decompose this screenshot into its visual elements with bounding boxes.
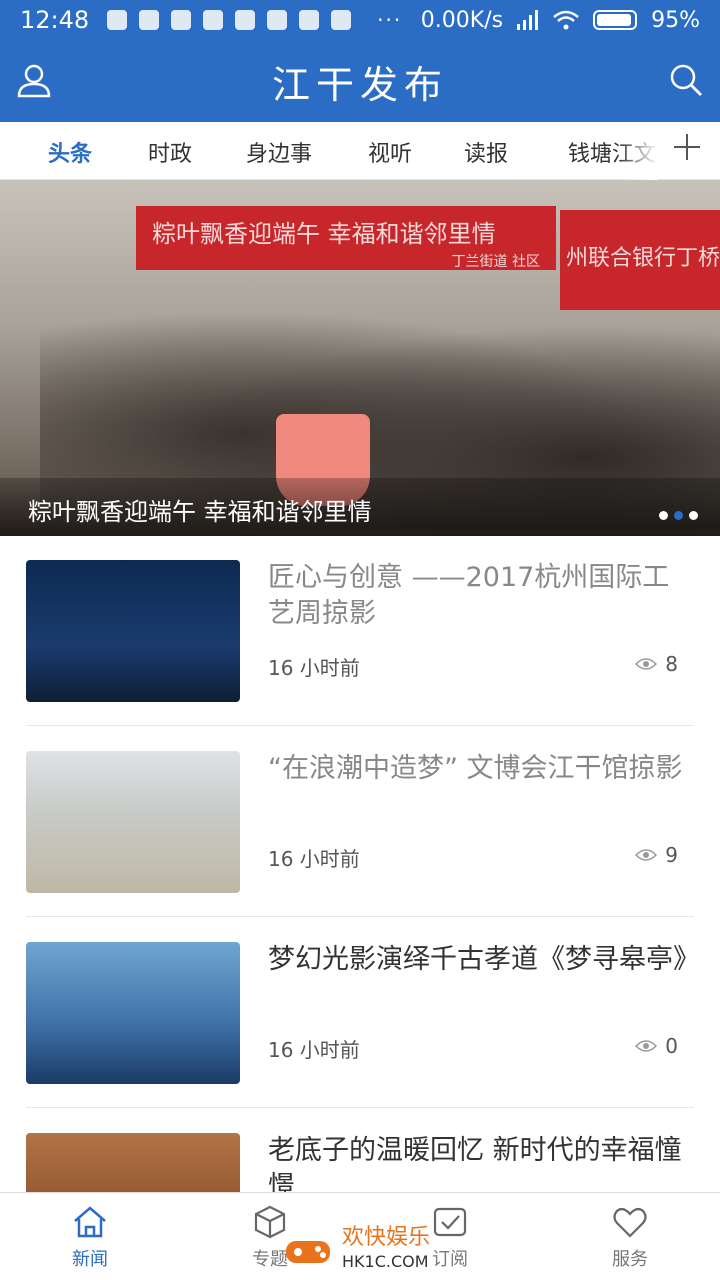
notification-icons bbox=[107, 10, 352, 30]
wifi-icon bbox=[553, 10, 579, 30]
news-title: 匠心与创意 ——2017杭州国际工艺周掠影 bbox=[268, 562, 670, 629]
tab-media[interactable]: 视听 bbox=[368, 136, 412, 168]
notification-icon bbox=[107, 10, 128, 30]
gamepad-icon bbox=[286, 1241, 330, 1263]
battery-level: 95% bbox=[651, 7, 700, 33]
more-notifications: ··· bbox=[377, 8, 403, 32]
news-thumbnail bbox=[26, 560, 240, 702]
watermark-line2: HK1C.COM bbox=[342, 1252, 429, 1271]
news-views: 8 bbox=[635, 652, 678, 676]
add-tab-icon[interactable] bbox=[672, 132, 702, 162]
nav-news[interactable]: 新闻 bbox=[0, 1193, 180, 1280]
eye-icon bbox=[635, 1040, 658, 1052]
pager-dot-active bbox=[674, 511, 683, 520]
eye-icon bbox=[635, 849, 658, 861]
notification-icon bbox=[171, 10, 192, 30]
news-views: 9 bbox=[635, 843, 678, 867]
notification-icon bbox=[299, 10, 320, 30]
pager-dot bbox=[659, 511, 668, 520]
featured-banner[interactable]: 粽叶飘香迎端午 幸福和谐邻里情 丁兰街道 社区 州联合银行丁桥 粽叶飘香迎端午 … bbox=[0, 180, 720, 536]
news-views: 0 bbox=[635, 1034, 678, 1058]
tab-local-news[interactable]: 身边事 bbox=[246, 136, 312, 168]
notification-icon bbox=[235, 10, 256, 30]
battery-icon bbox=[593, 10, 638, 30]
heart-icon bbox=[613, 1207, 647, 1238]
nav-label: 订阅 bbox=[432, 1248, 468, 1270]
tabs-fade bbox=[618, 122, 658, 180]
news-item[interactable]: 梦幻光影演绎千古孝道《梦寻皋亭》 16 小时前 0 bbox=[26, 918, 700, 1108]
signal-icon bbox=[517, 10, 539, 30]
watermark-line1: 欢快娱乐 bbox=[342, 1225, 431, 1250]
notification-icon bbox=[139, 10, 160, 30]
news-time: 16 小时前 bbox=[268, 847, 360, 871]
notification-icon bbox=[267, 10, 288, 30]
app-header: 江干发布 bbox=[0, 40, 720, 122]
view-count: 9 bbox=[665, 843, 678, 867]
category-tabs: 头条 时政 身边事 视听 读报 钱塘江文 bbox=[0, 122, 720, 185]
eye-icon bbox=[635, 658, 658, 670]
pager-dot bbox=[689, 511, 698, 520]
news-item[interactable]: 匠心与创意 ——2017杭州国际工艺周掠影 16 小时前 8 bbox=[26, 536, 694, 726]
banner-caption: 粽叶飘香迎端午 幸福和谐邻里情 bbox=[0, 478, 720, 536]
notification-icon bbox=[331, 10, 352, 30]
photo-red-banner: 粽叶飘香迎端午 幸福和谐邻里情 丁兰街道 社区 bbox=[136, 206, 556, 270]
photo-banner2-text: 州联合银行丁桥 bbox=[566, 246, 720, 271]
photo-banner-sub: 丁兰街道 社区 bbox=[451, 254, 540, 270]
news-time: 16 小时前 bbox=[268, 1038, 360, 1062]
notification-icon bbox=[203, 10, 224, 30]
tab-headlines[interactable]: 头条 bbox=[48, 136, 93, 185]
status-bar: 12:48 ··· 0.00K/s 95% bbox=[0, 0, 720, 40]
search-icon[interactable] bbox=[668, 62, 704, 98]
news-thumbnail bbox=[26, 751, 240, 893]
tab-newspaper[interactable]: 读报 bbox=[464, 136, 508, 168]
home-icon bbox=[74, 1205, 106, 1237]
news-thumbnail bbox=[26, 942, 240, 1084]
view-count: 0 bbox=[665, 1034, 678, 1058]
photo-banner-text: 粽叶飘香迎端午 幸福和谐邻里情 bbox=[152, 220, 496, 248]
network-speed: 0.00K/s bbox=[420, 7, 504, 33]
status-time: 12:48 bbox=[20, 6, 90, 34]
nav-label: 服务 bbox=[612, 1248, 648, 1270]
app-title: 江干发布 bbox=[271, 63, 448, 107]
news-title: 梦幻光影演绎千古孝道《梦寻皋亭》 bbox=[268, 944, 700, 975]
news-title: “在浪潮中造梦” 文博会江干馆掠影 bbox=[268, 753, 683, 784]
nav-services[interactable]: 服务 bbox=[540, 1193, 720, 1280]
news-item[interactable]: “在浪潮中造梦” 文博会江干馆掠影 16 小时前 9 bbox=[26, 727, 694, 917]
check-square-icon bbox=[433, 1207, 467, 1236]
nav-label: 新闻 bbox=[72, 1248, 108, 1270]
banner-pager bbox=[659, 511, 698, 520]
view-count: 8 bbox=[665, 652, 678, 676]
watermark: 欢快娱乐 HK1C.COM bbox=[280, 1222, 430, 1278]
tab-politics[interactable]: 时政 bbox=[148, 136, 192, 168]
news-time: 16 小时前 bbox=[268, 656, 360, 680]
